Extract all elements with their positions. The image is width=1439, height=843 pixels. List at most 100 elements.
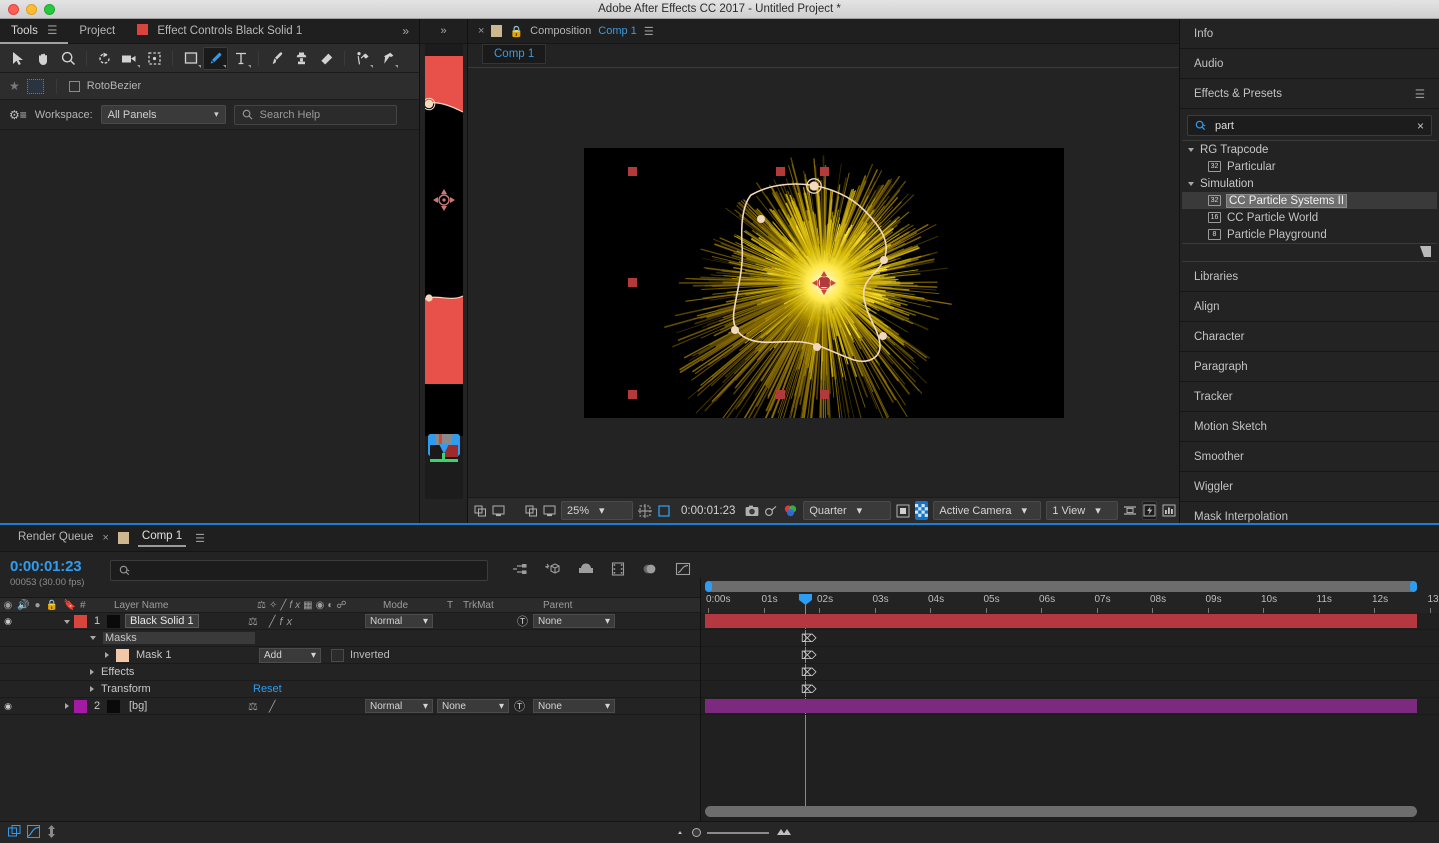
panel-character[interactable]: Character — [1180, 322, 1439, 352]
monitor-icon[interactable] — [543, 501, 556, 520]
layer-switches[interactable]: ⚖ ╱ — [245, 700, 365, 713]
list-item[interactable]: Transform Reset — [0, 681, 700, 698]
resize-handle-icon[interactable] — [46, 824, 57, 841]
track-row-mask-1[interactable]: ⌦ — [701, 647, 1439, 664]
puppet-pin-tool[interactable] — [375, 47, 400, 70]
expand-mask-arrow[interactable] — [105, 652, 109, 658]
layer-blend-mode-select[interactable]: Normal ▾ — [365, 699, 433, 713]
mini-flowchart-icon[interactable] — [512, 562, 528, 579]
rotobezier-checkbox[interactable] — [68, 80, 80, 92]
layer-visibility-toggle[interactable]: ◉ — [0, 616, 16, 627]
roto-brush-submenu-arrow[interactable] — [370, 64, 373, 68]
zoom-level-select[interactable]: 25% ▾ — [561, 501, 633, 520]
panel-motion-sketch[interactable]: Motion Sketch — [1180, 412, 1439, 442]
camera-view-select[interactable]: Active Camera ▾ — [933, 501, 1042, 520]
zoom-out-icon[interactable] — [674, 827, 686, 839]
camera-tool-submenu-arrow[interactable] — [137, 64, 140, 68]
panel-menu-icon[interactable]: ☰ — [1415, 87, 1425, 101]
expand-masks-arrow[interactable] — [90, 636, 96, 640]
graph-editor-icon[interactable] — [675, 562, 691, 579]
layer-trkmat-select[interactable]: None ▾ — [437, 699, 509, 713]
panel-align[interactable]: Align — [1180, 292, 1439, 322]
expand-layer-arrow[interactable] — [65, 703, 69, 709]
graph-editor-toggle-icon[interactable] — [27, 824, 40, 841]
table-row[interactable]: ◉ 2 [bg] ⚖ ╱ Normal ▾ None ▾ Ⓣ None ▾ — [0, 698, 700, 715]
comp-canvas[interactable] — [583, 148, 1064, 418]
panel-menu-icon[interactable]: ☰ — [47, 25, 57, 37]
effect-particular[interactable]: 32 Particular — [1182, 158, 1437, 175]
timecode-block[interactable]: 0:00:01:23 00053 (30.00 fps) — [0, 552, 110, 588]
layer-name[interactable]: Black Solid 1 — [125, 613, 199, 628]
panel-libraries[interactable]: Libraries — [1180, 262, 1439, 292]
panel-tracker[interactable]: Tracker — [1180, 382, 1439, 412]
tools-overflow-chevron[interactable]: » — [402, 24, 409, 38]
layer-parent-select[interactable]: None ▾ — [533, 614, 615, 628]
table-row[interactable]: ◉ 1 Black Solid 1 ⚖ ╱fx Normal ▾ Ⓣ None ▾ — [0, 613, 700, 630]
effects-tree[interactable]: RG Trapcode 32 Particular Simulation 32 … — [1182, 140, 1437, 244]
track-row-masks[interactable]: ⌦ — [701, 630, 1439, 647]
text-tool-submenu-arrow[interactable] — [248, 64, 251, 68]
show-snapshot-icon[interactable] — [764, 501, 778, 520]
scroll-handle-right[interactable] — [1410, 581, 1417, 592]
workspace-settings-icon[interactable]: ⚙≡ — [9, 108, 27, 122]
panel-smoother[interactable]: Smoother — [1180, 442, 1439, 472]
timeline-graph-icon[interactable] — [1162, 501, 1176, 520]
eraser-tool[interactable] — [314, 47, 339, 70]
close-icon[interactable]: × — [102, 532, 108, 544]
camera-tool[interactable] — [117, 47, 142, 70]
effects-group-simulation[interactable]: Simulation — [1182, 175, 1437, 192]
pen-tool[interactable] — [203, 46, 228, 70]
shape-tool[interactable] — [178, 47, 203, 70]
always-preview-icon[interactable] — [474, 501, 487, 520]
new-folder-icon[interactable] — [1420, 245, 1431, 260]
zoom-in-icon[interactable] — [775, 827, 791, 839]
layer-visibility-toggle[interactable]: ◉ — [0, 701, 16, 712]
track-row-transform[interactable]: ⌦ — [701, 681, 1439, 698]
composition-viewer[interactable] — [468, 69, 1179, 497]
toggle-switches-modes-icon[interactable] — [8, 824, 21, 841]
channel-rgb-icon[interactable] — [783, 501, 798, 520]
rotation-tool[interactable] — [92, 47, 117, 70]
transparency-grid-icon[interactable] — [915, 501, 929, 520]
timeline-search-field[interactable] — [110, 560, 488, 581]
layer-trkmat[interactable]: Ⓣ — [437, 613, 533, 629]
brush-tool[interactable] — [264, 47, 289, 70]
region-of-interest-icon[interactable] — [657, 501, 671, 520]
subtab-comp-1[interactable]: Comp 1 — [482, 44, 547, 64]
draft-3d-icon[interactable] — [544, 562, 561, 579]
resolution-select[interactable]: Quarter ▾ — [803, 501, 892, 520]
track-row-effects[interactable]: ⌦ — [701, 664, 1439, 681]
selection-tool[interactable] — [6, 47, 31, 70]
shape-tool-submenu-arrow[interactable] — [198, 64, 201, 68]
hand-tool[interactable] — [31, 47, 56, 70]
lock-icon[interactable]: 🔒 — [509, 25, 523, 38]
workspace-select[interactable]: All Panels ▾ — [100, 105, 226, 124]
clone-stamp-tool[interactable] — [289, 47, 314, 70]
list-item[interactable]: Mask 1 Add ▾ Inverted — [0, 647, 700, 664]
panel-info[interactable]: Info — [1180, 19, 1439, 49]
zoom-slider-knob[interactable] — [692, 828, 701, 837]
timeline-bottom-scrollbar[interactable] — [705, 806, 1417, 817]
layer-duration-bar[interactable] — [705, 699, 1417, 713]
timeline-panel-menu-icon[interactable]: ☰ — [195, 532, 205, 545]
anchor-point-tool[interactable] — [142, 47, 167, 70]
current-time-display[interactable]: 0:00:01:23 — [676, 504, 741, 517]
region-interest-toggle-icon[interactable] — [896, 501, 910, 520]
favorite-star-icon[interactable]: ★ — [9, 79, 20, 93]
expand-layer-arrow[interactable] — [64, 620, 70, 624]
time-ruler[interactable]: 0:00s 01s 02s 03s 04s 05s 06s 07s 08s 09s 10s 11s 12… — [701, 578, 1439, 813]
roto-brush-tool[interactable] — [350, 47, 375, 70]
composition-panel-menu-icon[interactable]: ☰ — [644, 25, 654, 38]
mask-feather-icon[interactable] — [26, 78, 44, 94]
effect-cc-particle-world[interactable]: 16 CC Particle World — [1182, 209, 1437, 226]
track-row-layer-2[interactable] — [701, 698, 1439, 715]
hide-shy-layers-icon[interactable] — [578, 562, 594, 579]
close-icon[interactable]: × — [478, 25, 484, 37]
list-item[interactable]: Effects — [0, 664, 700, 681]
expand-effects-arrow[interactable] — [90, 669, 94, 675]
text-tool[interactable] — [228, 47, 253, 70]
search-help-field[interactable]: Search Help — [233, 104, 397, 125]
pixel-aspect-correction-icon[interactable] — [1123, 501, 1137, 520]
panel-audio[interactable]: Audio — [1180, 49, 1439, 79]
tab-tools[interactable]: Tools ☰ — [0, 19, 69, 44]
